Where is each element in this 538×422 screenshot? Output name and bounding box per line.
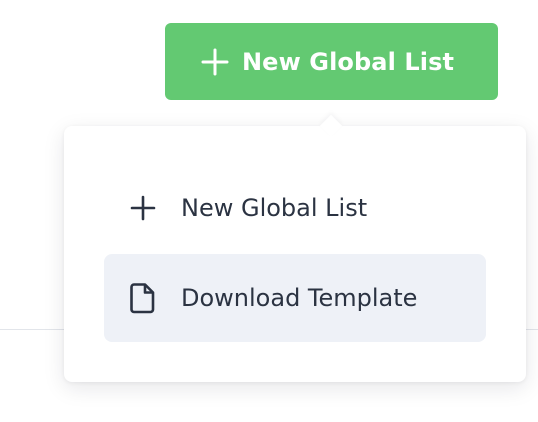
menu-item-new-global-list[interactable]: New Global List	[104, 164, 486, 252]
menu-item-label: New Global List	[181, 194, 368, 222]
menu-item-download-template[interactable]: Download Template	[104, 254, 486, 342]
plus-icon	[200, 47, 230, 77]
new-global-list-button[interactable]: New Global List	[165, 23, 498, 100]
new-global-list-button-label: New Global List	[242, 47, 455, 76]
menu-item-label: Download Template	[181, 284, 418, 312]
document-icon	[128, 283, 158, 314]
dropdown-caret	[319, 114, 343, 138]
plus-icon	[128, 193, 158, 223]
dropdown-menu: New Global List Download Template	[64, 114, 526, 382]
